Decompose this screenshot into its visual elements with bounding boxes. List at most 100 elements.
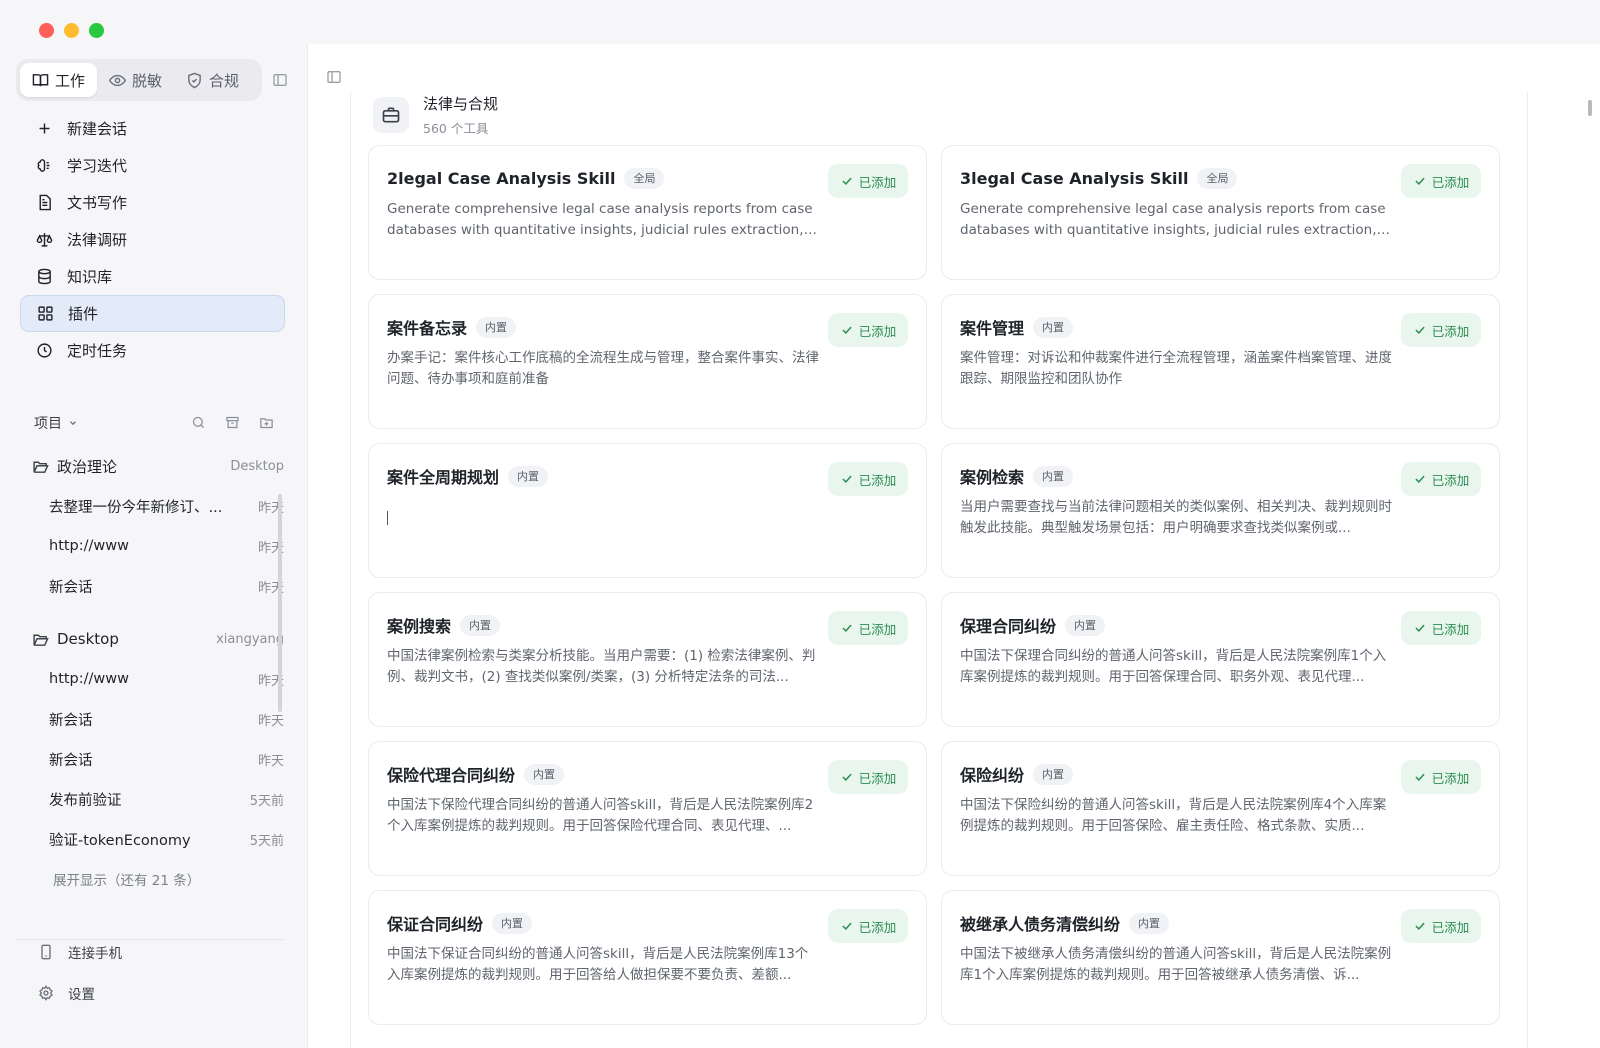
plugin-title: 3legal Case Analysis Skill <box>960 168 1189 188</box>
nav-scheduled-tasks[interactable]: 定时任务 <box>20 332 285 369</box>
check-icon <box>1415 773 1425 781</box>
nav-knowledge-base[interactable]: 知识库 <box>20 258 285 295</box>
added-button[interactable]: 已添加 <box>1401 760 1481 794</box>
category-count: 560 个工具 <box>423 121 489 136</box>
session-title: 发布前验证 <box>49 792 122 809</box>
sidebar-toggle-icon[interactable] <box>272 72 288 88</box>
tab-desensitize[interactable]: 脱敏 <box>97 63 174 97</box>
text-cursor <box>387 511 388 525</box>
session-item[interactable]: http://www 昨天 <box>24 659 284 699</box>
session-item[interactable]: 新会话 昨天 <box>24 739 284 779</box>
added-button[interactable]: 已添加 <box>828 760 908 794</box>
session-title: 新会话 <box>49 579 93 596</box>
check-icon <box>1415 922 1425 930</box>
minimize-window-button[interactable] <box>64 23 79 38</box>
added-button[interactable]: 已添加 <box>828 462 908 496</box>
plugin-card[interactable]: 案例检索 内置 当用户需要查找与当前法律问题相关的类似案例、相关判决、裁判规则时… <box>941 443 1500 578</box>
plugin-card[interactable]: 案件全周期规划 内置 已添加 <box>368 443 927 578</box>
session-time: 5天前 <box>249 793 284 809</box>
document-icon <box>39 194 51 211</box>
plugin-description: Generate comprehensive legal case analys… <box>387 201 813 238</box>
project-group-meta: Desktop <box>230 458 284 474</box>
added-label: 已添加 <box>1431 919 1470 935</box>
added-button[interactable]: 已添加 <box>828 611 908 645</box>
added-button[interactable]: 已添加 <box>1401 164 1481 198</box>
added-label: 已添加 <box>858 472 897 488</box>
eye-icon <box>109 74 127 86</box>
tab-compliance-label: 合规 <box>209 71 240 90</box>
plugin-scope-badge: 内置 <box>1033 316 1074 338</box>
tab-work[interactable]: 工作 <box>20 63 98 97</box>
plugin-scope-badge: 内置 <box>460 614 501 636</box>
added-button[interactable]: 已添加 <box>828 909 908 943</box>
session-item[interactable]: 验证-tokenEconomy 5天前 <box>24 819 284 859</box>
session-item[interactable]: 发布前验证 5天前 <box>24 779 284 819</box>
plugin-description: 办案手记：案件核心工作底稿的全流程生成与管理，整合案件事实、法律问题、待办事项和… <box>387 350 819 387</box>
added-button[interactable]: 已添加 <box>1401 611 1481 645</box>
plugin-card[interactable]: 3legal Case Analysis Skill 全局 Generate c… <box>941 145 1500 280</box>
plugin-card[interactable]: 2legal Case Analysis Skill 全局 Generate c… <box>368 145 927 280</box>
added-button[interactable]: 已添加 <box>828 313 908 347</box>
maximize-window-button[interactable] <box>89 23 104 38</box>
nav-new-session[interactable]: 新建会话 <box>20 110 285 147</box>
plugin-scope-badge: 内置 <box>508 465 549 487</box>
check-icon <box>842 475 852 483</box>
plugin-scope-badge: 全局 <box>1197 167 1238 189</box>
project-group-meta: xiangyang <box>216 631 284 647</box>
session-item[interactable]: http://www 昨天 <box>24 526 284 566</box>
added-button[interactable]: 已添加 <box>1401 313 1481 347</box>
plugin-card[interactable]: 案件备忘录 内置 办案手记：案件核心工作底稿的全流程生成与管理，整合案件事实、法… <box>368 294 927 429</box>
brain-icon <box>37 159 50 172</box>
nav-plugins[interactable]: 插件 <box>20 295 285 332</box>
main-content: 法律与合规 560 个工具 2legal Case Analysis Skill… <box>308 44 1600 1048</box>
plugin-card[interactable]: 案例搜索 内置 中国法律案例检索与类案分析技能。当用户需要：(1) 检索法律案例… <box>368 592 927 727</box>
search-icon[interactable] <box>191 415 206 430</box>
briefcase-icon <box>382 107 400 123</box>
shield-check-icon <box>188 72 201 88</box>
session-time: 昨天 <box>257 753 284 769</box>
panel-toggle-icon[interactable] <box>326 69 342 85</box>
session-item[interactable]: 去整理一份今年新修订、... 昨天 <box>24 486 284 526</box>
plugin-description: 中国法律案例检索与类案分析技能。当用户需要：(1) 检索法律案例、判例、裁判文书… <box>387 648 816 685</box>
sidebar: 工作 脱敏 合规 新建会话 学习迭代 文书写作 法律调研 知识库 插件 定时任务… <box>0 44 308 1048</box>
plugin-card[interactable]: 保理合同纠纷 内置 中国法下保理合同纠纷的普通人问答skill，背后是人民法院案… <box>941 592 1500 727</box>
grid-icon <box>38 306 53 321</box>
expand-more-link[interactable]: 展开显示（还有 21 条） <box>24 859 274 899</box>
database-icon <box>38 268 51 285</box>
plugin-card[interactable]: 保险纠纷 内置 中国法下保险纠纷的普通人问答skill，背后是人民法院案例库4个… <box>941 741 1500 876</box>
plugin-card[interactable]: 保险代理合同纠纷 内置 中国法下保险代理合同纠纷的普通人问答skill，背后是人… <box>368 741 927 876</box>
main-nav: 新建会话 学习迭代 文书写作 法律调研 知识库 插件 定时任务 <box>20 110 285 369</box>
check-icon <box>842 177 852 185</box>
added-button[interactable]: 已添加 <box>1401 909 1481 943</box>
session-item[interactable]: 新会话 昨天 <box>24 566 284 606</box>
plus-icon <box>39 123 50 134</box>
project-group[interactable]: Desktop xiangyang <box>24 619 284 659</box>
nav-label: 法律调研 <box>67 231 128 249</box>
project-group[interactable]: 政治理论 Desktop <box>24 446 284 486</box>
sidebar-scrollbar[interactable] <box>278 494 282 712</box>
added-button[interactable]: 已添加 <box>1401 462 1481 496</box>
nav-legal-research[interactable]: 法律调研 <box>20 221 285 258</box>
archive-icon[interactable] <box>225 415 240 430</box>
session-item[interactable]: 新会话 昨天 <box>24 699 284 739</box>
settings-button[interactable]: 设置 <box>38 983 95 1003</box>
chevron-down-icon[interactable] <box>68 418 78 428</box>
close-window-button[interactable] <box>39 23 54 38</box>
tab-compliance[interactable]: 合规 <box>174 63 251 97</box>
connect-phone-button[interactable]: 连接手机 <box>38 942 122 962</box>
settings-label: 设置 <box>68 987 95 1003</box>
projects-label[interactable]: 项目 <box>34 413 62 433</box>
nav-learning[interactable]: 学习迭代 <box>20 147 285 184</box>
plugin-card[interactable]: 案件管理 内置 案件管理：对诉讼和仲裁案件进行全流程管理，涵盖案件档案管理、进度… <box>941 294 1500 429</box>
new-folder-icon[interactable] <box>259 415 274 430</box>
nav-writing[interactable]: 文书写作 <box>20 184 285 221</box>
plugin-card[interactable]: 保证合同纠纷 内置 中国法下保证合同纠纷的普通人问答skill，背后是人民法院案… <box>368 890 927 1025</box>
plugin-title: 案件备忘录 <box>387 319 468 338</box>
plugin-title: 案例检索 <box>960 468 1025 487</box>
check-icon <box>842 773 852 781</box>
added-button[interactable]: 已添加 <box>828 164 908 198</box>
plugin-scope-badge: 内置 <box>1033 763 1074 785</box>
main-scrollbar[interactable] <box>1588 100 1592 116</box>
plugin-card[interactable]: 被继承人债务清偿纠纷 内置 中国法下被继承人债务清偿纠纷的普通人问答skill，… <box>941 890 1500 1025</box>
mode-tabs: 工作 脱敏 合规 <box>16 59 262 101</box>
